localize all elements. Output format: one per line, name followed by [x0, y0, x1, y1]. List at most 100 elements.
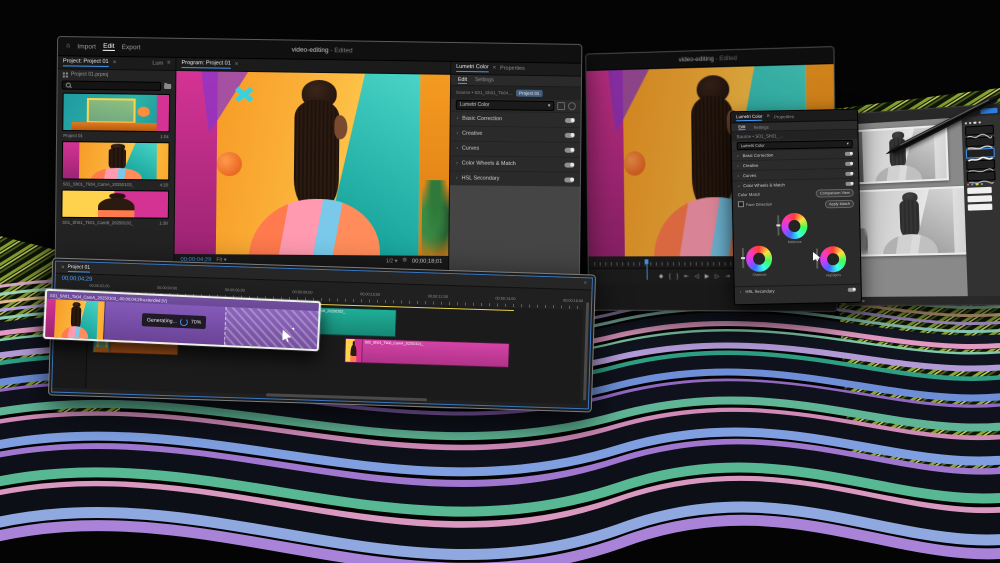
- menu-import[interactable]: Import: [77, 43, 96, 50]
- tab-sequence[interactable]: Project 01: [67, 263, 90, 272]
- layer-thumb[interactable]: [967, 187, 992, 194]
- menu-export[interactable]: Export: [122, 44, 141, 51]
- shadows-slider[interactable]: [742, 248, 744, 268]
- timeline-clip-magenta[interactable]: S02_Sh01_Tk06_CamA_20250101_: [344, 338, 510, 368]
- brush-dot-icon[interactable]: [965, 122, 967, 124]
- go-to-in-icon[interactable]: ⇤: [684, 273, 689, 279]
- comparison-view-button[interactable]: Comparison View: [816, 189, 854, 198]
- section-toggle[interactable]: [565, 147, 575, 152]
- go-to-out-icon[interactable]: ⇥: [725, 273, 730, 279]
- tab-properties[interactable]: Properties: [774, 114, 794, 119]
- highlights-wheel[interactable]: [820, 246, 847, 273]
- close-icon[interactable]: ×: [235, 62, 239, 68]
- tab-overflow[interactable]: Lum: [152, 61, 163, 67]
- play-icon[interactable]: ▶: [705, 273, 710, 279]
- close-icon[interactable]: ×: [766, 114, 770, 120]
- thumb-scene: [345, 339, 362, 362]
- mark-out-icon[interactable]: }: [676, 273, 678, 279]
- subtab-edit[interactable]: Edit: [458, 76, 467, 83]
- chevron-right-icon: ›: [456, 146, 458, 152]
- project-item[interactable]: S01_Sh01_Tk04_CamA_20250103_ 4:20: [57, 139, 175, 189]
- playback-res-select[interactable]: 1/2 ▾: [386, 258, 398, 264]
- section-toggle[interactable]: [565, 118, 575, 123]
- brush-dot-icon[interactable]: [974, 122, 976, 124]
- midtones-slider[interactable]: [777, 215, 779, 235]
- settings-gear-icon[interactable]: ⚙: [402, 259, 407, 264]
- tab-lumetri-color[interactable]: Lumetri Color: [456, 64, 489, 72]
- tab-project[interactable]: Project: Project 01: [63, 58, 109, 67]
- project-item[interactable]: Project 01 1:04: [57, 91, 175, 141]
- stroke-style-thumb[interactable]: [965, 136, 994, 147]
- panel-menu-icon[interactable]: ≡: [584, 281, 587, 286]
- section-toggle[interactable]: [845, 181, 853, 185]
- program-monitor-panel: Program: Project 01 ×: [174, 58, 451, 293]
- fx-icon[interactable]: [557, 102, 565, 110]
- clip-thumb: [45, 299, 106, 340]
- clip-chip[interactable]: Project 01: [516, 90, 542, 97]
- brush-dot-icon[interactable]: [969, 122, 971, 124]
- status-dot-icon: [862, 300, 865, 303]
- scene-wall: [63, 142, 79, 179]
- stroke-style-thumb[interactable]: [966, 160, 995, 171]
- close-icon[interactable]: ×: [493, 65, 497, 71]
- promo-stage: video-editing - Edited ◆ {: [0, 0, 1000, 563]
- stroke-style-thumb[interactable]: [965, 125, 994, 136]
- section-toggle[interactable]: [848, 287, 856, 291]
- close-icon[interactable]: ×: [113, 60, 117, 66]
- panel-menu-icon[interactable]: ≡: [167, 61, 170, 67]
- preset-select[interactable]: Lumetri Color ▾: [456, 100, 555, 111]
- section-toggle[interactable]: [845, 151, 853, 155]
- eye-icon[interactable]: [568, 102, 576, 110]
- ruler-label: 00;00;16;00: [563, 299, 583, 304]
- scene-shelf: [95, 346, 109, 352]
- section-basic-correction[interactable]: › Basic Correction: [451, 111, 581, 127]
- tab-program[interactable]: Program: Project 01: [181, 60, 230, 69]
- stroke-style-thumb-selected[interactable]: [966, 148, 995, 159]
- section-toggle[interactable]: [565, 132, 575, 137]
- project-item-label: S01_Sh01_Tk01_CamB_20250102_ 1:30: [61, 218, 169, 227]
- chevron-right-icon: ›: [740, 289, 742, 295]
- ruler-label: 00;00;02;00: [89, 284, 109, 289]
- vertical-scrollbar[interactable]: [583, 302, 589, 400]
- scene-wall: [45, 299, 55, 337]
- tab-properties[interactable]: Properties: [500, 66, 525, 72]
- playhead[interactable]: [645, 259, 649, 264]
- subtab-settings[interactable]: Settings: [475, 77, 494, 83]
- section-hsl-secondary[interactable]: › HSL Secondary: [450, 170, 580, 186]
- step-back-icon[interactable]: ◁: [695, 273, 699, 279]
- section-toggle[interactable]: [564, 177, 574, 182]
- source-clip-label: Source • S01_Sh01_Tk04_…: [456, 90, 513, 96]
- project-item[interactable]: S01_Sh01_Tk01_CamB_20250102_ 1:30: [56, 187, 174, 226]
- section-curves[interactable]: › Curves: [450, 140, 580, 156]
- chevron-right-icon: ›: [456, 175, 458, 181]
- midtones-wheel[interactable]: [781, 213, 808, 240]
- search-input[interactable]: [62, 80, 161, 90]
- face-detection-checkbox[interactable]: [738, 201, 744, 207]
- step-forward-icon[interactable]: ▷: [715, 273, 720, 279]
- tab-lumetri-color[interactable]: Lumetri Color: [736, 113, 763, 121]
- mark-in-icon[interactable]: {: [669, 273, 671, 279]
- section-toggle[interactable]: [845, 161, 853, 165]
- menu-edit[interactable]: Edit: [103, 43, 114, 51]
- home-icon[interactable]: ⌂: [66, 43, 70, 50]
- generating-badge: Generating... 70%: [142, 313, 207, 329]
- storyboard-frame-2[interactable]: [848, 186, 970, 257]
- stroke-style-thumb[interactable]: [967, 171, 996, 182]
- scene-braids: [899, 199, 919, 238]
- lumetri-panel: Lumetri Color × Properties Edit Settings…: [449, 62, 581, 294]
- layer-thumb[interactable]: [967, 196, 992, 203]
- section-creative[interactable]: › Creative: [450, 126, 580, 142]
- close-icon[interactable]: ×: [61, 264, 65, 270]
- new-bin-icon[interactable]: [164, 84, 171, 89]
- section-color-wheels[interactable]: › Color Wheels & Match: [450, 155, 580, 171]
- subtab-edit[interactable]: Edit: [738, 124, 745, 130]
- section-toggle[interactable]: [845, 171, 853, 175]
- brush-dot-icon[interactable]: [978, 121, 980, 123]
- marker-icon[interactable]: ◆: [659, 273, 663, 279]
- highlights-label: Highlights: [820, 273, 846, 278]
- subtab-settings[interactable]: Settings: [753, 124, 768, 129]
- layer-thumb[interactable]: [968, 204, 993, 211]
- section-toggle[interactable]: [564, 162, 574, 167]
- apply-match-button[interactable]: Apply Match: [825, 200, 854, 209]
- shadows-wheel[interactable]: [746, 246, 773, 273]
